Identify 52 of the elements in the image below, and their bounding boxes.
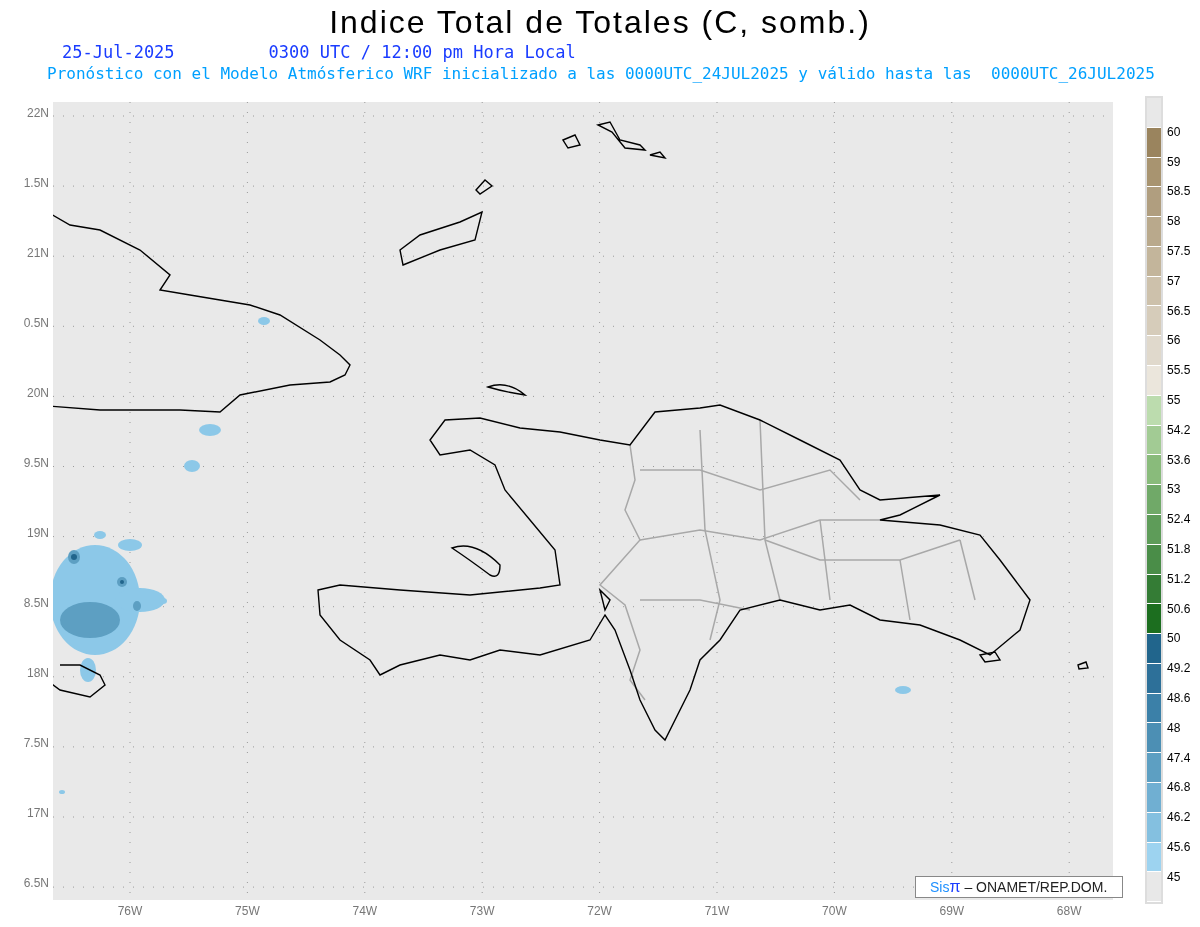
latitude-label: 22N xyxy=(27,106,49,120)
forecast-time: 0300 UTC / 12:00 pm Hora Local xyxy=(268,42,576,62)
scale-label: 59 xyxy=(1167,154,1181,169)
scale-label: 48 xyxy=(1167,720,1181,735)
scale-label: 53.6 xyxy=(1167,452,1191,467)
scale-label: 58.5 xyxy=(1167,184,1191,199)
scale-label: 46.2 xyxy=(1167,810,1191,825)
latitude-label: 6.5N xyxy=(23,876,49,890)
latitude-label: 0.5N xyxy=(23,316,49,330)
longitude-label: 76W xyxy=(116,904,144,918)
scale-label: 49.2 xyxy=(1167,661,1191,676)
latitude-label: 8.5N xyxy=(23,596,49,610)
latitude-label: 7.5N xyxy=(23,736,49,750)
longitude-label: 74W xyxy=(351,904,379,918)
scale-label: 57 xyxy=(1167,273,1181,288)
longitude-label: 68W xyxy=(1055,904,1083,918)
chart-title: Indice Total de Totales (C, somb.) xyxy=(329,3,871,42)
longitude-label: 70W xyxy=(821,904,848,918)
latitude-label: 21N xyxy=(27,246,49,260)
latitude-label: 18N xyxy=(27,666,49,680)
scale-label: 47.4 xyxy=(1167,750,1191,765)
latitude-label: 19N xyxy=(27,526,49,540)
scale-label: 56 xyxy=(1167,333,1181,348)
scale-label: 53 xyxy=(1167,482,1181,497)
credit-label: Sisπ – ONAMET/REP.DOM. xyxy=(915,876,1123,898)
scale-label: 55 xyxy=(1167,393,1181,408)
scale-label: 48.6 xyxy=(1167,691,1191,706)
scale-label: 46.8 xyxy=(1167,780,1191,795)
forecast-date: 25-Jul-2025 xyxy=(62,42,175,62)
latitude-label: 17N xyxy=(27,806,49,820)
scale-label: 57.5 xyxy=(1167,244,1191,259)
scale-label: 50.6 xyxy=(1167,601,1191,616)
scale-label: 45.6 xyxy=(1167,840,1191,854)
longitude-label: 72W xyxy=(586,904,613,918)
scale-label: 55.5 xyxy=(1167,363,1191,378)
scale-label: 60 xyxy=(1167,124,1181,139)
latitude-label: 9.5N xyxy=(23,456,49,470)
scale-label: 50 xyxy=(1167,631,1181,646)
scale-label: 58 xyxy=(1167,214,1181,229)
forecast-subtitle: Pronóstico con el Modelo Atmósferico WRF inicializado a las 0000UTC_24JUL2025 y válido hasta las 0000UTC_26JUL2025 xyxy=(47,64,1155,83)
scale-label: 51.2 xyxy=(1167,571,1191,586)
scale-label: 51.8 xyxy=(1167,542,1191,557)
scale-label: 56.5 xyxy=(1167,303,1191,318)
longitude-label: 75W xyxy=(234,904,261,918)
longitude-label: 71W xyxy=(703,904,731,918)
longitude-label: 73W xyxy=(468,904,496,918)
scale-label: 52.4 xyxy=(1167,512,1191,527)
latitude-label: 20N xyxy=(27,386,49,400)
latitude-label: 1.5N xyxy=(23,176,49,190)
scale-label: 54.2 xyxy=(1167,422,1191,437)
longitude-label: 69W xyxy=(938,904,966,918)
scale-label: 45 xyxy=(1167,869,1181,884)
